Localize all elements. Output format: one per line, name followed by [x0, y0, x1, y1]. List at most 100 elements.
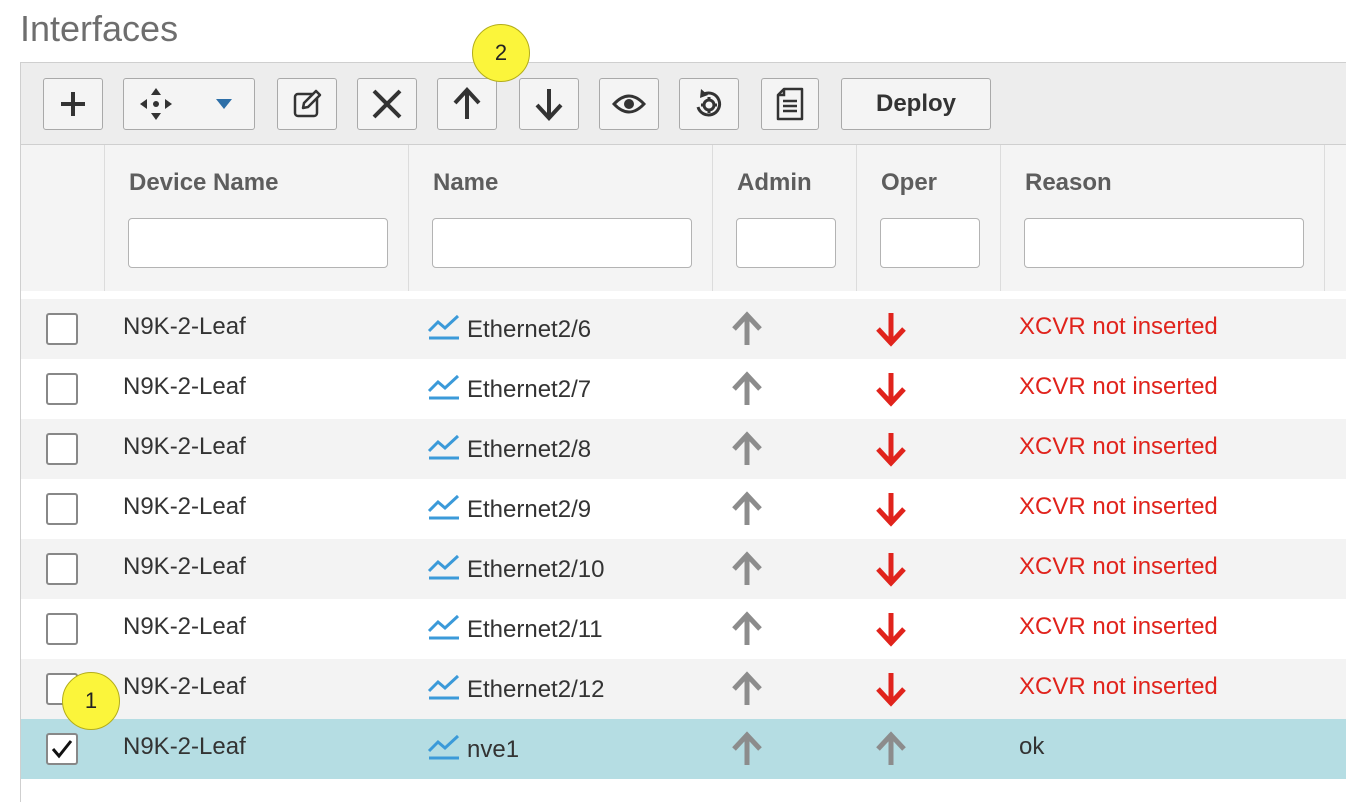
chart-trend-icon[interactable] — [427, 673, 461, 706]
table-row[interactable]: N9K-2-Leaf Ethernet2/7 XCVR not inserted — [21, 359, 1346, 419]
admin-up-icon — [729, 730, 765, 773]
rediscover-button[interactable] — [679, 78, 739, 130]
admin-up-icon — [729, 490, 765, 533]
column-oper: Oper — [857, 145, 1001, 291]
device-name-cell: N9K-2-Leaf — [123, 733, 246, 760]
eye-icon — [612, 94, 646, 114]
reason-cell: XCVR not inserted — [1019, 673, 1218, 700]
column-label-reason: Reason — [1025, 169, 1112, 196]
oper-down-icon — [873, 610, 909, 653]
name-filter-input[interactable] — [432, 218, 692, 268]
device-name-cell: N9K-2-Leaf — [123, 553, 246, 580]
reason-filter-input[interactable] — [1024, 218, 1304, 268]
callout-badge-2: 2 — [472, 24, 530, 82]
table-row[interactable]: N9K-2-Leaf Ethernet2/10 XCVR not inserte… — [21, 539, 1346, 599]
column-reason: Reason — [1001, 145, 1325, 291]
edit-button[interactable] — [277, 78, 337, 130]
chart-trend-icon[interactable] — [427, 313, 461, 346]
interface-name-cell[interactable]: Ethernet2/10 — [467, 556, 604, 584]
interface-name-cell[interactable]: Ethernet2/11 — [467, 616, 603, 644]
chart-trend-icon[interactable] — [427, 553, 461, 586]
arrow-down-icon — [535, 89, 563, 121]
edit-icon — [293, 89, 322, 118]
reason-cell: XCVR not inserted — [1019, 373, 1218, 400]
device-name-cell: N9K-2-Leaf — [123, 673, 246, 700]
reason-cell: XCVR not inserted — [1019, 493, 1218, 520]
interface-name-cell[interactable]: Ethernet2/7 — [467, 376, 591, 404]
reason-cell: XCVR not inserted — [1019, 433, 1218, 460]
device-name-cell: N9K-2-Leaf — [123, 373, 246, 400]
interface-name-cell[interactable]: Ethernet2/8 — [467, 436, 591, 464]
column-label-admin: Admin — [737, 169, 812, 196]
table-row[interactable]: N9K-2-Leaf Ethernet2/6 XCVR not inserted — [21, 299, 1346, 359]
chart-trend-icon[interactable] — [427, 493, 461, 526]
page-title: Interfaces — [20, 8, 179, 49]
arrow-up-icon — [453, 87, 481, 119]
device-name-cell: N9K-2-Leaf — [123, 313, 246, 340]
admin-up-button[interactable] — [437, 78, 497, 130]
chart-trend-icon[interactable] — [427, 613, 461, 646]
table-row[interactable]: N9K-2-Leaf nve1 ok — [21, 719, 1346, 779]
oper-down-icon — [873, 430, 909, 473]
row-checkbox[interactable] — [46, 313, 78, 345]
move-arrows-icon — [140, 88, 172, 120]
oper-down-icon — [873, 670, 909, 713]
column-name: Name — [409, 145, 713, 291]
row-checkbox[interactable] — [46, 493, 78, 525]
refresh-gear-icon — [696, 89, 722, 117]
interface-name-cell[interactable]: Ethernet2/9 — [467, 496, 591, 524]
row-checkbox[interactable] — [46, 613, 78, 645]
row-checkbox[interactable] — [46, 433, 78, 465]
column-label-device-name: Device Name — [129, 169, 279, 196]
table-header: Device Name Name Admin Oper Reason — [21, 145, 1346, 291]
add-button[interactable] — [43, 78, 103, 130]
table-row[interactable]: N9K-2-Leaf Ethernet2/11 XCVR not inserte… — [21, 599, 1346, 659]
device-name-cell: N9K-2-Leaf — [123, 433, 246, 460]
oper-down-icon — [873, 550, 909, 593]
device-name-cell: N9K-2-Leaf — [123, 493, 246, 520]
oper-down-icon — [873, 490, 909, 533]
oper-up-icon — [873, 730, 909, 773]
interface-name-cell[interactable]: Ethernet2/6 — [467, 316, 591, 344]
row-checkbox[interactable] — [46, 733, 78, 765]
callout-badge-1: 1 — [62, 672, 120, 730]
chart-trend-icon[interactable] — [427, 433, 461, 466]
deploy-button[interactable]: Deploy — [841, 78, 991, 130]
plus-icon — [61, 92, 85, 116]
toolbar: Deploy — [21, 63, 1346, 145]
table-row[interactable]: N9K-2-Leaf Ethernet2/8 XCVR not inserted — [21, 419, 1346, 479]
admin-up-icon — [729, 670, 765, 713]
interface-name-cell[interactable]: nve1 — [467, 736, 519, 764]
chart-trend-icon[interactable] — [427, 733, 461, 766]
reason-cell: XCVR not inserted — [1019, 553, 1218, 580]
admin-up-icon — [729, 610, 765, 653]
admin-filter-input[interactable] — [736, 218, 836, 268]
chevron-down-icon — [216, 99, 232, 109]
show-button[interactable] — [599, 78, 659, 130]
delete-button[interactable] — [357, 78, 417, 130]
interface-name-cell[interactable]: Ethernet2/12 — [467, 676, 604, 704]
row-checkbox[interactable] — [46, 373, 78, 405]
chart-trend-icon[interactable] — [427, 373, 461, 406]
history-button[interactable] — [761, 78, 819, 130]
reason-cell: XCVR not inserted — [1019, 313, 1218, 340]
document-icon — [776, 87, 804, 121]
move-dropdown-button[interactable] — [123, 78, 255, 130]
select-column-header — [21, 145, 105, 291]
admin-down-button[interactable] — [519, 78, 579, 130]
device-name-filter-input[interactable] — [128, 218, 388, 268]
reason-cell: ok — [1019, 733, 1045, 760]
table-row[interactable]: N9K-2-Leaf Ethernet2/12 XCVR not inserte… — [21, 659, 1346, 719]
admin-up-icon — [729, 310, 765, 353]
table-row[interactable]: N9K-2-Leaf Ethernet2/9 XCVR not inserted — [21, 479, 1346, 539]
oper-filter-input[interactable] — [880, 218, 980, 268]
device-name-cell: N9K-2-Leaf — [123, 613, 246, 640]
interfaces-panel: Deploy Device Name Name Admin Oper Reaso… — [20, 62, 1346, 802]
row-checkbox[interactable] — [46, 553, 78, 585]
close-icon — [372, 89, 402, 119]
oper-down-icon — [873, 310, 909, 353]
admin-up-icon — [729, 550, 765, 593]
admin-up-icon — [729, 370, 765, 413]
reason-cell: XCVR not inserted — [1019, 613, 1218, 640]
admin-up-icon — [729, 430, 765, 473]
